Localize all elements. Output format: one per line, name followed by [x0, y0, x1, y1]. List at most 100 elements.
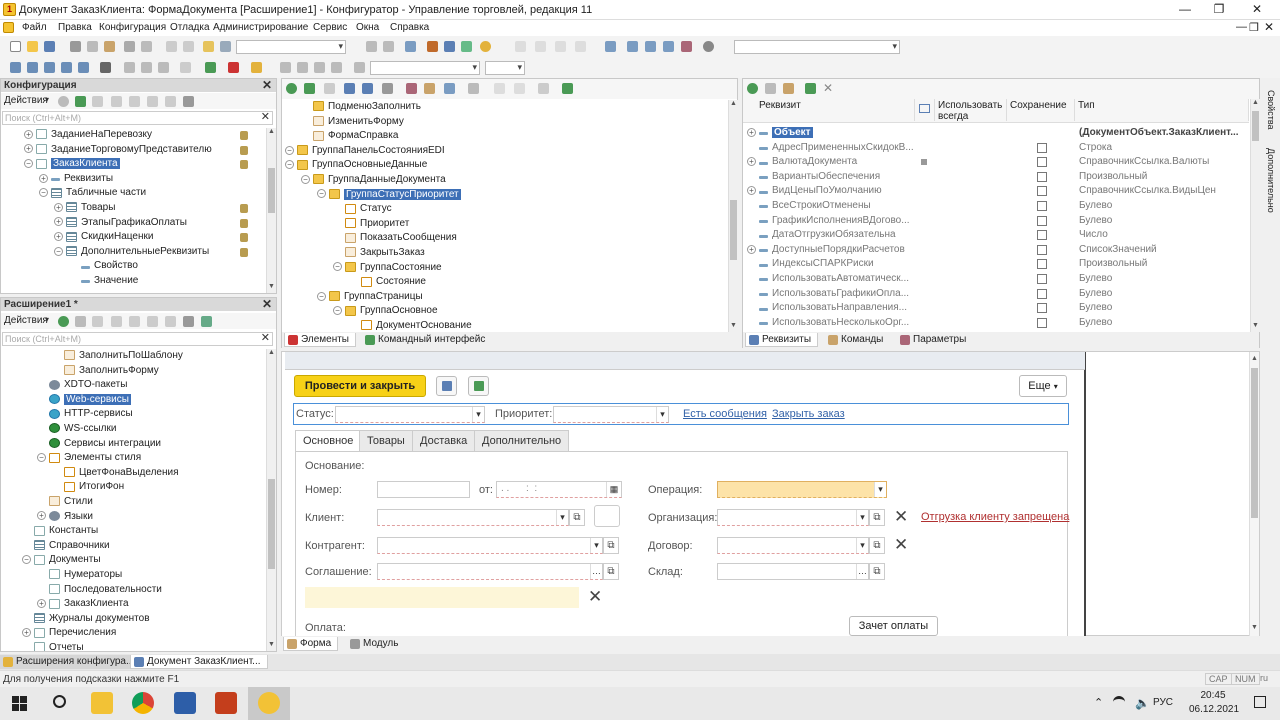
tree-item[interactable]: ДокументОснование: [349, 319, 472, 332]
tree-item[interactable]: − ГруппаСтатусПриоритет: [317, 188, 461, 202]
delete-icon[interactable]: [111, 316, 122, 327]
scroll-thumb[interactable]: [730, 200, 737, 260]
agreement-field[interactable]: …: [377, 563, 603, 580]
collapse-icon[interactable]: −: [317, 291, 326, 301]
move-up-icon[interactable]: [344, 83, 355, 94]
collapse-icon[interactable]: −: [37, 453, 46, 463]
menu-file[interactable]: Файл: [22, 22, 47, 33]
attrs-scrollbar[interactable]: ▲ ▼: [1250, 99, 1260, 332]
open-icon[interactable]: [27, 41, 38, 52]
system-menu-icon[interactable]: [3, 22, 14, 33]
scroll-thumb[interactable]: [268, 168, 275, 213]
undo-element-icon[interactable]: [494, 83, 505, 94]
find-in-tree-icon[interactable]: [203, 41, 214, 52]
table-row[interactable]: ИспользоватьНаправления... Булево: [743, 301, 1249, 315]
windows-start-icon[interactable]: [12, 696, 27, 711]
debug-out-icon[interactable]: [575, 41, 586, 52]
redo-icon[interactable]: [183, 41, 194, 52]
panel2-icon[interactable]: [645, 41, 656, 52]
chevron-up-icon[interactable]: ⌃: [1094, 696, 1103, 709]
tree-item[interactable]: WS-ссылки: [37, 422, 116, 436]
tree-item[interactable]: + СкидкиНаценки: [54, 230, 153, 244]
scroll-thumb[interactable]: [1252, 111, 1259, 141]
add-element-icon[interactable]: [286, 83, 297, 94]
format4-icon[interactable]: [61, 62, 72, 73]
panel4-icon[interactable]: [681, 41, 692, 52]
input-language[interactable]: РУС: [1153, 697, 1173, 708]
scroll-down-icon[interactable]: ▼: [729, 322, 738, 332]
collapse-icon[interactable]: −: [285, 145, 294, 155]
save-checkbox[interactable]: [1037, 157, 1047, 168]
expand-icon[interactable]: +: [747, 127, 756, 137]
tree-item[interactable]: − Табличные части: [39, 186, 146, 200]
window-tab-document[interactable]: Документ ЗаказКлиент...: [130, 655, 268, 669]
expand-icon[interactable]: +: [37, 511, 46, 521]
expand-icon[interactable]: +: [37, 599, 46, 609]
menu-help[interactable]: Справка: [390, 22, 429, 33]
scroll-thumb[interactable]: [1251, 368, 1258, 518]
debug-over-icon[interactable]: [555, 41, 566, 52]
scroll-up-icon[interactable]: ▲: [267, 349, 276, 359]
view-icon[interactable]: [444, 83, 455, 94]
align-right-icon[interactable]: [314, 62, 325, 73]
bold-icon[interactable]: [124, 62, 135, 73]
fill-color-icon[interactable]: [205, 62, 216, 73]
config-scrollbar[interactable]: ▲ ▼: [266, 128, 276, 293]
chevron-down-icon[interactable]: ▾: [590, 538, 602, 553]
contract-open-button[interactable]: ⧉: [869, 537, 885, 554]
collapse-icon[interactable]: −: [301, 174, 310, 184]
tree-item[interactable]: + Перечисления: [22, 626, 116, 640]
table-row[interactable]: ВсеСтрокиОтменены Булево: [743, 199, 1249, 213]
tree-item[interactable]: − ГруппаСтраницы: [317, 290, 423, 304]
add-group-icon[interactable]: [783, 83, 794, 94]
scroll-down-icon[interactable]: ▼: [267, 641, 276, 651]
copy-icon[interactable]: [87, 41, 98, 52]
scroll-up-icon[interactable]: ▲: [1250, 355, 1259, 365]
save-checkbox[interactable]: [1037, 171, 1047, 182]
check-icon[interactable]: [514, 83, 525, 94]
scroll-thumb[interactable]: [268, 479, 275, 569]
tree-item[interactable]: + Языки: [37, 510, 93, 524]
size-combo[interactable]: [485, 61, 525, 75]
window-tab-extensions[interactable]: Расширения конфигура...: [0, 655, 141, 669]
delete-icon[interactable]: [111, 96, 122, 107]
calendar-icon[interactable]: ▦: [606, 482, 621, 497]
save-checkbox[interactable]: [1037, 317, 1047, 328]
tree-item[interactable]: − ГруппаПанельСостоянияEDI: [285, 144, 445, 158]
chevron-down-icon[interactable]: ▾: [856, 538, 868, 553]
tree-item[interactable]: Состояние: [349, 275, 426, 289]
search-icon[interactable]: [53, 695, 66, 708]
highlight-icon[interactable]: [251, 62, 262, 73]
expand-icon[interactable]: [538, 83, 549, 94]
save-checkbox[interactable]: [1037, 288, 1047, 299]
tree-item[interactable]: ЗакрытьЗаказ: [333, 246, 425, 260]
chevron-down-icon[interactable]: ▾: [656, 407, 668, 422]
tree-item[interactable]: ФормаСправка: [301, 129, 398, 143]
operation-field[interactable]: ▾: [717, 481, 887, 498]
close-icon[interactable]: ✕: [262, 79, 272, 92]
tree-item[interactable]: Последовательности: [37, 583, 162, 597]
underline-icon[interactable]: [158, 62, 169, 73]
side-tab-properties[interactable]: Свойства: [1264, 90, 1276, 140]
agreement-open-button[interactable]: ⧉: [603, 563, 619, 580]
format-icon[interactable]: [10, 62, 21, 73]
font-icon[interactable]: [100, 62, 111, 73]
sort-icon[interactable]: [165, 96, 176, 107]
tree-item[interactable]: ПоказатьСообщения: [333, 231, 457, 245]
menu-debug[interactable]: Отладка: [170, 22, 210, 33]
tree-item[interactable]: Web-сервисы: [37, 393, 131, 407]
italic-icon[interactable]: [141, 62, 152, 73]
clock-date[interactable]: 06.12.2021: [1184, 704, 1244, 715]
expand-icon[interactable]: +: [39, 173, 48, 183]
format3-icon[interactable]: [44, 62, 55, 73]
notifications-icon[interactable]: [1254, 696, 1266, 708]
layout-icon[interactable]: [468, 83, 479, 94]
toolbar-combo[interactable]: [734, 40, 900, 54]
tree-item[interactable]: Приоритет: [333, 217, 409, 231]
form-tab-goods[interactable]: Товары: [359, 430, 413, 452]
tree-item[interactable]: Справочники: [22, 539, 110, 553]
paste-icon[interactable]: [104, 41, 115, 52]
filter-icon[interactable]: [183, 96, 194, 107]
sort-icon[interactable]: [165, 316, 176, 327]
form-tab-delivery[interactable]: Доставка: [412, 430, 476, 452]
